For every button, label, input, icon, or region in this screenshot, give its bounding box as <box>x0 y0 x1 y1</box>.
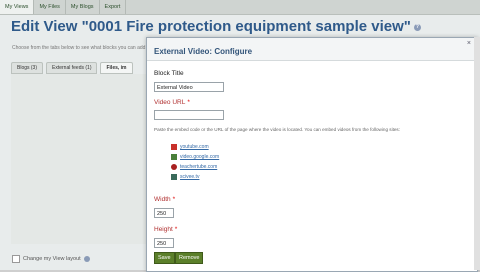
video-url-input[interactable] <box>154 110 224 120</box>
page-title-text: Edit View "0001 Fire protection equipmen… <box>11 18 411 35</box>
top-nav: My Views My Files My Blogs Export <box>0 0 480 15</box>
help-icon[interactable] <box>83 256 90 262</box>
site-label: scivee.tv <box>180 174 200 180</box>
help-icon[interactable]: ? <box>413 23 421 31</box>
save-button[interactable]: Save <box>154 252 175 264</box>
site-label: teachertube.com <box>180 164 218 170</box>
height-input[interactable]: 250 <box>154 238 174 248</box>
configure-dialog: External Video: Configure × Block Title … <box>146 37 478 272</box>
tab-external-feeds[interactable]: External feeds (1) <box>46 62 98 74</box>
google-video-icon <box>171 154 177 160</box>
site-teachertube[interactable]: teachertube.com <box>171 162 219 172</box>
block-title-label: Block Title <box>154 70 184 77</box>
site-label: video.google.com <box>180 154 220 160</box>
block-category-tabs: Blogs (3) External feeds (1) Files, im <box>11 62 136 74</box>
tab-export[interactable]: Export <box>100 0 127 14</box>
width-label-text: Width <box>154 196 171 203</box>
dialog-header: External Video: Configure × <box>147 38 477 61</box>
layout-icon <box>12 255 20 263</box>
width-input[interactable]: 250 <box>154 208 174 218</box>
site-google-video[interactable]: video.google.com <box>171 152 219 162</box>
page-title: Edit View "0001 Fire protection equipmen… <box>11 18 421 35</box>
block-title-input[interactable]: External Video <box>154 82 224 92</box>
tab-my-views[interactable]: My Views <box>0 0 35 14</box>
tab-blogs[interactable]: Blogs (3) <box>11 62 44 74</box>
height-label: Height * <box>154 226 177 233</box>
youtube-icon <box>171 144 177 150</box>
supported-sites-list: youtube.com video.google.com teachertube… <box>171 142 219 182</box>
close-icon[interactable]: × <box>467 40 471 47</box>
dialog-title: External Video: Configure <box>154 47 253 56</box>
site-label: youtube.com <box>180 144 209 150</box>
height-label-text: Height <box>154 226 173 233</box>
site-youtube[interactable]: youtube.com <box>171 142 219 152</box>
tab-files[interactable]: Files, im <box>100 62 133 74</box>
required-marker: * <box>187 99 190 106</box>
required-marker: * <box>174 226 178 233</box>
intro-text: Choose from the tabs below to see what b… <box>12 45 146 51</box>
tab-my-files[interactable]: My Files <box>34 0 66 14</box>
video-url-label: Video URL * <box>154 99 190 106</box>
remove-button[interactable]: Remove <box>175 252 204 264</box>
scrollbar[interactable] <box>474 37 480 270</box>
video-url-label-text: Video URL <box>154 99 186 106</box>
width-label: Width * <box>154 196 175 203</box>
video-url-hint: Paste the embed code or the URL of the p… <box>154 127 401 132</box>
block-list-area <box>11 74 146 244</box>
change-layout-label[interactable]: Change my View layout <box>23 256 81 262</box>
required-marker: * <box>172 196 176 203</box>
teachertube-icon <box>171 164 177 170</box>
site-scivee[interactable]: scivee.tv <box>171 172 219 182</box>
change-layout-link[interactable]: Change my View layout <box>12 255 90 263</box>
scivee-icon <box>171 174 177 180</box>
tab-my-blogs[interactable]: My Blogs <box>66 0 100 14</box>
